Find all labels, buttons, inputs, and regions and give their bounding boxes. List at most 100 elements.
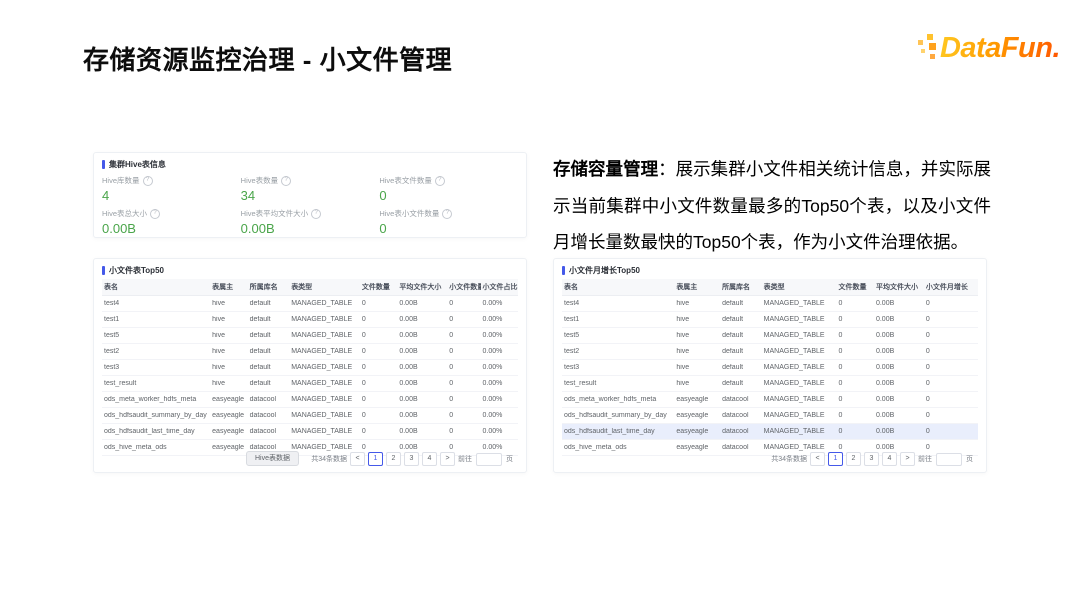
- table-cell: 0: [360, 348, 397, 355]
- table-cell: test_result: [102, 380, 210, 387]
- table-cell: default: [248, 364, 290, 371]
- table-row[interactable]: ods_hdfsaudit_summary_by_dayeasyeagledat…: [102, 408, 518, 424]
- table-cell: 0: [924, 300, 978, 307]
- help-icon[interactable]: ?: [442, 209, 452, 219]
- table-cell: 0.00B: [397, 316, 447, 323]
- table-row[interactable]: test4hivedefaultMANAGED_TABLE00.00B00.00…: [102, 296, 518, 312]
- table-cell: 0.00B: [874, 428, 924, 435]
- table-row[interactable]: ods_hdfsaudit_summary_by_dayeasyeagledat…: [562, 408, 978, 424]
- table-cell: 0: [447, 316, 480, 323]
- table-cell: MANAGED_TABLE: [289, 380, 360, 387]
- page-number-button[interactable]: 3: [864, 452, 879, 466]
- table-cell: 0: [360, 332, 397, 339]
- table-row[interactable]: test1hivedefaultMANAGED_TABLE00.00B00.00…: [102, 312, 518, 328]
- hive-table-data-button[interactable]: Hive表数据: [246, 451, 299, 466]
- stat-label-text: Hive表数量: [241, 175, 279, 186]
- next-page-button[interactable]: >: [440, 452, 455, 466]
- column-header: 文件数量: [837, 282, 874, 292]
- table-cell: MANAGED_TABLE: [289, 364, 360, 371]
- help-icon[interactable]: ?: [281, 176, 291, 186]
- table-cell: hive: [210, 348, 247, 355]
- page-number-button[interactable]: 4: [422, 452, 437, 466]
- table-cell: 0: [447, 300, 480, 307]
- table-cell: 0: [360, 396, 397, 403]
- table-cell: 0: [360, 380, 397, 387]
- help-icon[interactable]: ?: [150, 209, 160, 219]
- table-cell: 0: [924, 412, 978, 419]
- table-cell: MANAGED_TABLE: [762, 316, 837, 323]
- table-cell: MANAGED_TABLE: [289, 396, 360, 403]
- help-icon[interactable]: ?: [435, 176, 445, 186]
- small-file-top50-table: 表名表属主所属库名表类型文件数量平均文件大小小文件数量小文件占比test4hiv…: [102, 279, 518, 456]
- table-cell: 0: [447, 412, 480, 419]
- page-unit-label: 页: [966, 454, 973, 464]
- table-row[interactable]: ods_hdfsaudit_last_time_dayeasyeagledata…: [562, 424, 978, 440]
- table-cell: easyeagle: [674, 428, 720, 435]
- table-row[interactable]: test_resulthivedefaultMANAGED_TABLE00.00…: [562, 376, 978, 392]
- page-number-button[interactable]: 2: [846, 452, 861, 466]
- table-cell: MANAGED_TABLE: [762, 332, 837, 339]
- table-cell: hive: [674, 380, 720, 387]
- right-pagination: 共34条数据<1234>前往页: [771, 452, 973, 466]
- table-cell: hive: [210, 300, 247, 307]
- page-number-button[interactable]: 4: [882, 452, 897, 466]
- prev-page-button[interactable]: <: [350, 452, 365, 466]
- goto-page-input[interactable]: [476, 453, 502, 466]
- table-row[interactable]: ods_meta_worker_hdfs_metaeasyeagledataco…: [562, 392, 978, 408]
- table-row[interactable]: test2hivedefaultMANAGED_TABLE00.00B00.00…: [102, 344, 518, 360]
- table-row[interactable]: test_resulthivedefaultMANAGED_TABLE00.00…: [102, 376, 518, 392]
- page-number-button[interactable]: 2: [386, 452, 401, 466]
- table-row[interactable]: test1hivedefaultMANAGED_TABLE00.00B0: [562, 312, 978, 328]
- table-cell: datacool: [248, 396, 290, 403]
- table-row[interactable]: test3hivedefaultMANAGED_TABLE00.00B00.00…: [102, 360, 518, 376]
- table-row[interactable]: test3hivedefaultMANAGED_TABLE00.00B0: [562, 360, 978, 376]
- table-cell: ods_meta_worker_hdfs_meta: [102, 396, 210, 403]
- table-cell: 0: [360, 428, 397, 435]
- goto-label: 前往: [918, 454, 932, 464]
- table-cell: test5: [102, 332, 210, 339]
- prev-page-button[interactable]: <: [810, 452, 825, 466]
- table-cell: 0: [447, 380, 480, 387]
- table-cell: 0.00B: [874, 316, 924, 323]
- table-cell: hive: [210, 380, 247, 387]
- table-cell: easyeagle: [674, 412, 720, 419]
- table-cell: test3: [102, 364, 210, 371]
- table-cell: 0: [360, 300, 397, 307]
- stat-label: Hive表总大小?: [102, 208, 241, 219]
- table-header-row: 表名表属主所属库名表类型文件数量平均文件大小小文件月增长: [562, 279, 978, 296]
- cluster-hive-stats-panel: 集群Hive表信息 Hive库数量?4Hive表数量?34Hive表文件数量?0…: [93, 152, 527, 238]
- stat-item: Hive表文件数量?0: [379, 175, 518, 203]
- table-cell: MANAGED_TABLE: [289, 348, 360, 355]
- table-cell: MANAGED_TABLE: [762, 348, 837, 355]
- table-cell: test1: [562, 316, 674, 323]
- help-icon[interactable]: ?: [311, 209, 321, 219]
- stat-label-text: Hive表平均文件大小: [241, 208, 309, 219]
- table-cell: 0: [837, 348, 874, 355]
- table-cell: test3: [562, 364, 674, 371]
- page-number-button[interactable]: 1: [368, 452, 383, 466]
- table-cell: 0.00%: [481, 364, 518, 371]
- next-page-button[interactable]: >: [900, 452, 915, 466]
- table-row[interactable]: ods_hdfsaudit_last_time_dayeasyeagledata…: [102, 424, 518, 440]
- table-cell: 0: [360, 316, 397, 323]
- stat-label: Hive表小文件数量?: [379, 208, 518, 219]
- table-row[interactable]: test4hivedefaultMANAGED_TABLE00.00B0: [562, 296, 978, 312]
- table-cell: 0: [360, 364, 397, 371]
- table-row[interactable]: ods_meta_worker_hdfs_metaeasyeagledataco…: [102, 392, 518, 408]
- table-cell: 0.00B: [874, 364, 924, 371]
- stat-label: Hive库数量?: [102, 175, 241, 186]
- column-header: 所属库名: [248, 282, 290, 292]
- page-number-button[interactable]: 3: [404, 452, 419, 466]
- table-row[interactable]: test2hivedefaultMANAGED_TABLE00.00B0: [562, 344, 978, 360]
- table-row[interactable]: test5hivedefaultMANAGED_TABLE00.00B0: [562, 328, 978, 344]
- goto-page-input[interactable]: [936, 453, 962, 466]
- stat-value: 0.00B: [102, 221, 241, 236]
- column-header: 表名: [102, 282, 210, 292]
- table-cell: easyeagle: [674, 396, 720, 403]
- help-icon[interactable]: ?: [143, 176, 153, 186]
- table-cell: default: [720, 348, 762, 355]
- page-number-button[interactable]: 1: [828, 452, 843, 466]
- table-row[interactable]: test5hivedefaultMANAGED_TABLE00.00B00.00…: [102, 328, 518, 344]
- monthly-growth-top50-table: 表名表属主所属库名表类型文件数量平均文件大小小文件月增长test4hivedef…: [562, 279, 978, 456]
- monthly-growth-top50-table-card: 小文件月增长Top50 表名表属主所属库名表类型文件数量平均文件大小小文件月增长…: [553, 258, 987, 473]
